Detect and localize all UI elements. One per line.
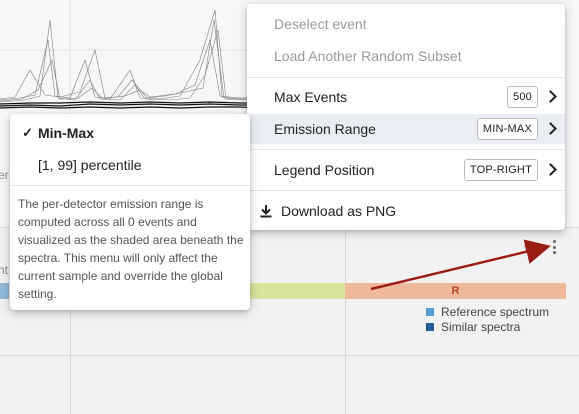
legend-label: Similar spectra: [441, 319, 521, 334]
menu-item-label: Deselect event: [274, 16, 367, 32]
legend-swatch: [426, 307, 434, 316]
option-label: Min-Max: [38, 125, 94, 141]
clipped-axis-label: er: [0, 168, 9, 182]
legend-item: Similar spectra: [426, 319, 549, 334]
chevron-right-icon: [544, 90, 557, 103]
chevron-right-icon: [544, 122, 557, 135]
menu-divider: [247, 190, 565, 191]
download-icon: [260, 205, 272, 218]
menu-item-legend-position[interactable]: Legend Position TOP-RIGHT: [247, 155, 565, 185]
menu-item-download-png[interactable]: Download as PNG: [247, 196, 565, 226]
submenu-divider: [10, 185, 250, 186]
menu-item-label: Legend Position: [274, 162, 375, 178]
detector-band-r: R: [345, 283, 566, 299]
grid-line: [345, 229, 346, 414]
legend-position-value-badge: TOP-RIGHT: [463, 159, 538, 181]
menu-divider: [247, 149, 565, 150]
menu-item-deselect-event[interactable]: Deselect event: [247, 10, 565, 38]
band-label: R: [451, 285, 460, 297]
plot-legend: Reference spectrum Similar spectra: [426, 304, 549, 334]
chart-options-menu: Deselect event Load Another Random Subse…: [247, 4, 565, 230]
spectra-line-plot: [0, 0, 260, 120]
menu-item-load-random-subset[interactable]: Load Another Random Subset: [247, 42, 565, 70]
legend-label: Reference spectrum: [441, 304, 550, 319]
menu-item-emission-range[interactable]: Emission Range MIN-MAX: [247, 114, 565, 144]
menu-item-label: Download as PNG: [281, 203, 397, 219]
legend-swatch: [426, 322, 434, 331]
option-percentile[interactable]: [1, 99] percentile: [10, 149, 250, 181]
submenu-description: The per-detector emission range is compu…: [18, 197, 244, 301]
kebab-menu-icon[interactable]: [550, 240, 558, 254]
chevron-right-icon: [544, 163, 557, 176]
legend-item: Reference spectrum: [426, 304, 549, 319]
menu-item-label: Max Events: [274, 89, 348, 105]
check-icon: ✓: [22, 125, 33, 140]
option-label: [1, 99] percentile: [38, 157, 142, 173]
refresh-icon[interactable]: [524, 240, 536, 252]
emission-range-submenu: ✓ Min-Max [1, 99] percentile The per-det…: [10, 114, 250, 310]
clipped-panel-label: nt: [0, 263, 9, 277]
max-events-value-badge: 500: [507, 86, 538, 108]
menu-divider: [247, 77, 565, 78]
option-min-max[interactable]: ✓ Min-Max: [10, 117, 250, 149]
detector-band-blue: [0, 283, 9, 299]
menu-item-label: Load Another Random Subset: [274, 48, 462, 64]
menu-item-label: Emission Range: [274, 121, 376, 137]
grid-line: [0, 355, 579, 356]
detector-band-green: [250, 283, 345, 299]
menu-item-max-events[interactable]: Max Events 500: [247, 82, 565, 112]
emission-range-value-badge: MIN-MAX: [476, 118, 538, 140]
